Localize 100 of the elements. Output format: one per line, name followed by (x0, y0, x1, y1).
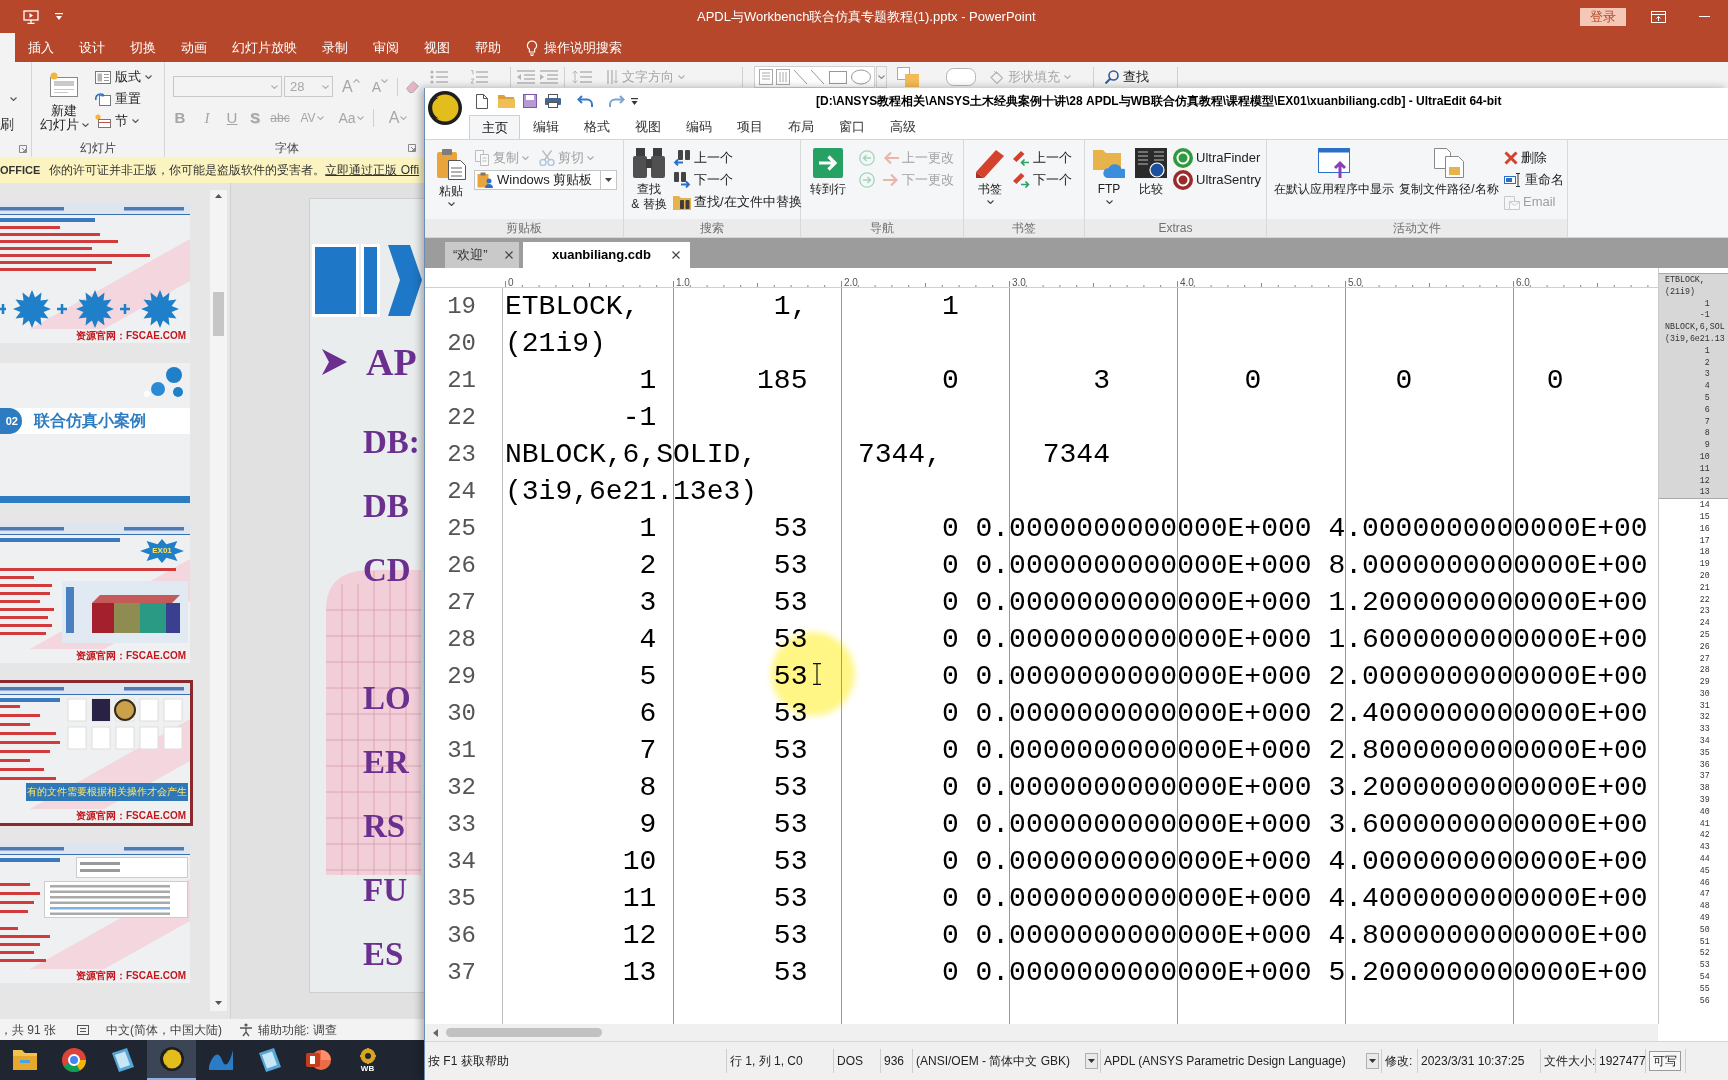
scrollbar-thumb[interactable] (213, 292, 224, 336)
customize-icon[interactable] (631, 97, 638, 105)
code-token: 185 (757, 365, 808, 396)
ribbon-button[interactable]: 转到行 (806, 140, 850, 197)
language-indicator[interactable]: 中文(简体，中国大陆) (106, 1020, 222, 1039)
code-token: 3 (1093, 365, 1110, 396)
horizontal-scrollbar[interactable] (425, 1024, 1658, 1041)
scrollbar-thumb[interactable] (446, 1028, 602, 1037)
scroll-down-icon[interactable] (215, 1001, 222, 1005)
gallery-more-button[interactable] (876, 66, 887, 88)
dialog-launcher-icon[interactable] (408, 143, 416, 152)
ribbon-tab[interactable]: 帮助 (462, 33, 513, 62)
ribbon-tab[interactable]: 录制 (309, 33, 360, 62)
ribbon-button[interactable]: 上一个 (673, 148, 733, 168)
ribbon-tab[interactable]: 高级 (877, 115, 928, 139)
ribbon-tab[interactable]: 编码 (673, 115, 724, 139)
status-field: APDL (ANSYS Parametric Design Language) (1104, 1052, 1346, 1070)
ribbon-tab[interactable]: 插入 (15, 33, 66, 62)
ribbon-button[interactable]: 粘贴 (433, 140, 469, 206)
ribbon-tab[interactable]: 视图 (411, 33, 462, 62)
accessibility-status[interactable]: 辅助功能: 调查 (258, 1020, 337, 1039)
ribbon-tab[interactable]: 编辑 (520, 115, 571, 139)
slide-thumbnail[interactable]: 资源官网：FSCAE.COM (0, 200, 193, 346)
ribbon-button[interactable]: 书签 (972, 140, 1008, 204)
ribbon-button[interactable]: 下一个 (673, 170, 733, 190)
status-button[interactable]: 可写 (1649, 1051, 1681, 1071)
ribbon-tab[interactable]: 幻灯片放映 (219, 33, 309, 62)
new-file-icon[interactable] (476, 93, 488, 109)
new-slide-button[interactable]: 新建 幻灯片 (36, 62, 92, 138)
minimap-line: (3i9,6e21.13 (1665, 334, 1725, 343)
ribbon-button[interactable]: 查找 & 替换 (629, 140, 669, 212)
ribbon-button[interactable]: FTP (1091, 140, 1127, 204)
ribbon-button[interactable]: UltraSentry (1173, 170, 1262, 190)
customize-icon[interactable] (55, 13, 63, 20)
ribbon-tab[interactable]: 主页 (469, 115, 520, 139)
ribbon-tab[interactable]: 窗口 (826, 115, 877, 139)
ribbon-button[interactable]: 复制文件路径/名称 (1397, 140, 1501, 197)
ribbon-tab[interactable]: 切换 (117, 33, 168, 62)
accessibility-icon[interactable] (239, 1022, 253, 1037)
format-painter-button[interactable]: 刷 (0, 116, 14, 132)
ribbon-tab[interactable]: 设计 (66, 33, 117, 62)
slide-thumbnail[interactable]: 有的文件需要根据相关操作才会产生 资源官网：FSCAE.COM (0, 680, 193, 826)
ribbon-button[interactable]: 查找 (1105, 67, 1149, 87)
redo-icon[interactable] (609, 95, 625, 107)
taskbar-button[interactable]: WB (343, 1040, 392, 1080)
ribbon-button[interactable]: 下一个 (1012, 170, 1072, 190)
minimap-line: 27 (1699, 653, 1710, 663)
ribbon-tab[interactable]: 项目 (724, 115, 775, 139)
arrange-icon[interactable] (897, 67, 919, 87)
ribbon-tab[interactable]: 布局 (775, 115, 826, 139)
minimap-line: 34 (1699, 736, 1710, 746)
ribbon-button[interactable]: 重命名 (1504, 170, 1564, 190)
compare-icon (1135, 148, 1167, 178)
clipboard-select[interactable]: Windows 剪贴板 (474, 170, 617, 190)
sign-in-button[interactable]: 登录 (1580, 7, 1626, 26)
dialog-launcher-icon[interactable] (19, 145, 27, 153)
dropdown-button[interactable] (1366, 1053, 1379, 1069)
close-icon[interactable] (505, 251, 513, 259)
code-token: (3i9,6e21.13e3) (505, 476, 758, 507)
ribbon-tab[interactable]: 审阅 (360, 33, 411, 62)
vertical-scrollbar[interactable] (210, 190, 227, 1011)
slide-thumbnail[interactable]: 02 联合仿真小案例 (0, 360, 193, 506)
ruler-label: 4.0 (1180, 277, 1194, 287)
print-icon[interactable] (545, 94, 561, 108)
ribbon-button[interactable]: 查找/在文件中替换 (673, 192, 802, 212)
ribbon-button[interactable]: 节 (95, 110, 152, 132)
ribbon-button[interactable]: 上一个 (1012, 148, 1072, 168)
ribbon-tab[interactable]: 视图 (622, 115, 673, 139)
scroll-left-icon[interactable] (433, 1028, 438, 1037)
ribbon-tab[interactable]: 动画 (168, 33, 219, 62)
undo-icon[interactable] (577, 95, 593, 107)
shape-gallery[interactable] (754, 66, 875, 88)
ribbon-button[interactable]: 版式 (95, 66, 152, 88)
ribbon-button[interactable]: 比较 (1133, 140, 1169, 197)
notes-icon[interactable] (77, 1024, 89, 1035)
presenter-icon[interactable] (23, 9, 39, 24)
ribbon-button[interactable]: 在默认应用程序中显示 (1272, 140, 1396, 197)
activation-link[interactable]: 立即通过正版 Offi (325, 161, 420, 179)
ribbon-button[interactable]: 重置 (95, 88, 152, 110)
scroll-up-icon[interactable] (215, 194, 222, 198)
save-icon[interactable] (523, 94, 537, 108)
slide-thumbnail[interactable]: 资源官网：FSCAE.COM (0, 840, 193, 986)
slide-list-item: CD (363, 551, 411, 590)
dropdown-button[interactable] (1085, 1053, 1098, 1069)
ribbon-display-icon[interactable] (1651, 10, 1666, 23)
taskbar-button[interactable] (147, 1040, 196, 1080)
ribbon-button[interactable]: 删除 (1504, 148, 1547, 168)
line-number: 22 (447, 403, 476, 432)
code-token: 5.2000000000000E+00 (1328, 957, 1648, 988)
ribbon-button[interactable]: UltraFinder (1173, 148, 1261, 168)
open-folder-icon[interactable] (498, 94, 515, 108)
document-tab[interactable]: xuanbiliang.cdb (523, 242, 690, 268)
shape-style-icon[interactable] (946, 68, 976, 86)
tell-me-search[interactable]: 操作说明搜索 (526, 33, 622, 62)
close-icon[interactable] (672, 251, 680, 259)
slide-thumbnail[interactable]: EX01 资源官网：FSCAE.COM (0, 520, 193, 666)
gear-logo-icon (357, 1047, 378, 1064)
ribbon-tab[interactable]: 格式 (571, 115, 622, 139)
app-logo-icon[interactable] (428, 91, 462, 125)
document-tab[interactable]: “欢迎” (445, 242, 519, 268)
